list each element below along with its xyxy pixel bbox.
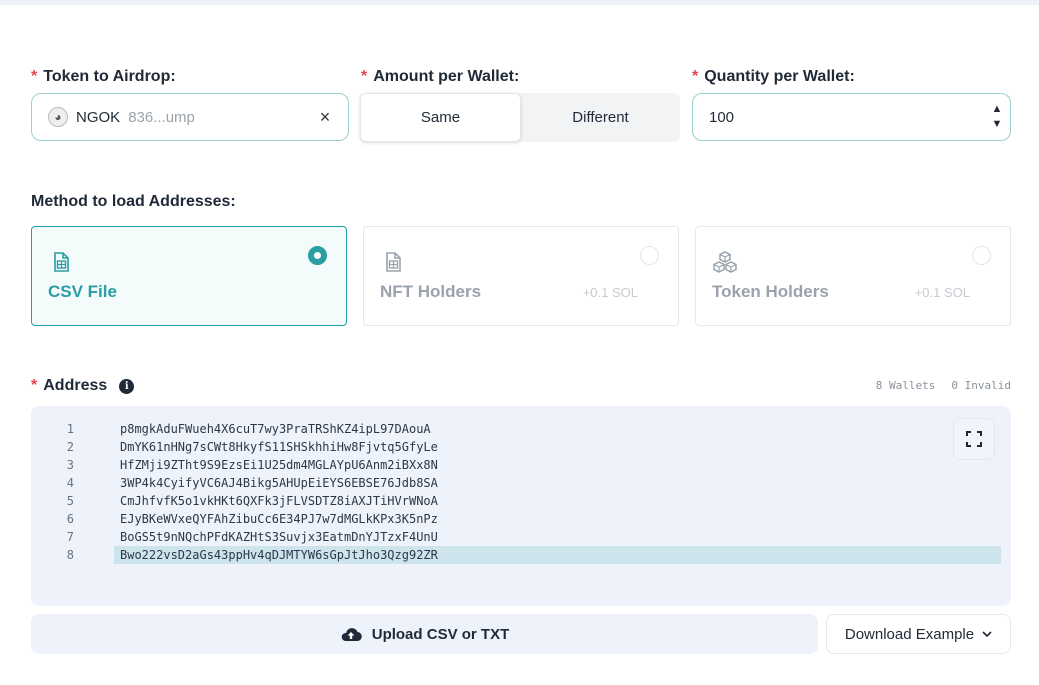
method-card-price: +0.1 SOL <box>582 285 638 300</box>
quantity-input[interactable]: 100 ▲ ▼ <box>692 93 1011 141</box>
method-card-title: NFT Holders <box>380 282 482 301</box>
chevron-down-icon <box>982 630 992 637</box>
method-card-title: Token Holders <box>712 282 829 301</box>
editor-line: 4 3WP4k4CyifyVC6AJ4Bikg5AHUpEiEYS6EBSE76… <box>31 474 1011 492</box>
invalid-count: 0 Invalid <box>951 379 1011 392</box>
editor-line: 3 HfZMji9ZTht9S9EzsEi1U25dm4MGLAYpU6Anm2… <box>31 456 1011 474</box>
line-number: 5 <box>66 494 74 508</box>
amount-mode-toggle: Same Different <box>360 93 680 142</box>
amount-same-button[interactable]: Same <box>360 93 521 142</box>
wallets-count: 8 Wallets <box>875 379 936 392</box>
token-label-row: * Token to Airdrop: <box>31 68 176 86</box>
download-label: Download Example <box>844 625 975 643</box>
expand-icon <box>966 431 982 447</box>
quantity-stepper[interactable]: ▲ ▼ <box>984 94 1010 140</box>
line-text: HfZMji9ZTht9S9EzsEi1U25dm4MGLAYpU6Anm2iB… <box>120 458 438 472</box>
required-mark: * <box>31 68 38 85</box>
line-number: 6 <box>66 512 74 526</box>
token-address: 836...ump <box>128 108 195 126</box>
download-example-button[interactable]: Download Example <box>826 614 1011 654</box>
line-text: 3WP4k4CyifyVC6AJ4Bikg5AHUpEiEYS6EBSE76Jd… <box>120 476 438 490</box>
line-text: EJyBKeWVxeQYFAhZibuCc6E34PJ7w7dMGLkKPx3K… <box>120 512 438 526</box>
quantity-label-row: * Quantity per Wallet: <box>692 68 855 86</box>
line-number: 7 <box>66 530 74 544</box>
method-label: Method to load Addresses: <box>31 193 236 210</box>
method-radio[interactable] <box>308 246 327 265</box>
increment-arrow-icon[interactable]: ▲ <box>992 104 1003 115</box>
info-icon[interactable]: i <box>119 378 135 394</box>
editor-line: 2 DmYK61nHNg7sCWt8HkyfS11SHSkhhiHw8Fjvtq… <box>31 438 1011 456</box>
line-number: 2 <box>66 440 74 454</box>
line-number: 1 <box>66 422 74 436</box>
line-text: Bwo222vsD2aGs43ppHv4qDJMTYW6sGpJtJho3Qzg… <box>120 548 438 562</box>
editor-line: 7 BoGS5t9nNQchPFdKAZHtS3Suvjx3EatmDnYJTz… <box>31 528 1011 546</box>
required-mark: * <box>692 68 699 85</box>
fullscreen-button[interactable] <box>953 418 995 460</box>
line-number: 3 <box>66 458 74 472</box>
editor-line-active: 8 Bwo222vsD2aGs43ppHv4qDJMTYW6sGpJtJho3Q… <box>31 546 1011 564</box>
token-avatar-icon: ◕ <box>48 107 68 127</box>
line-text: CmJhfvfK5o1vkHKt6QXFk3jFLVSDTZ8iAXJTiHVr… <box>120 494 438 508</box>
amount-label: Amount per Wallet: <box>373 68 520 85</box>
editor-line: 1 p8mgkAduFWueh4X6cuT7wy3PraTRShKZ4ipL97… <box>31 420 1011 438</box>
method-card-csv[interactable]: CSV File <box>31 226 347 326</box>
clear-icon[interactable]: × <box>316 107 334 128</box>
address-label-row: * Address i <box>31 377 135 395</box>
cloud-upload-icon <box>341 628 362 642</box>
amount-label-row: * Amount per Wallet: <box>361 68 519 86</box>
required-mark: * <box>361 68 368 85</box>
upload-csv-button[interactable]: Upload CSV or TXT <box>31 614 818 654</box>
file-spreadsheet-icon <box>386 252 401 272</box>
token-label: Token to Airdrop: <box>43 68 176 85</box>
line-number: 4 <box>66 476 74 490</box>
editor-line: 5 CmJhfvfK5o1vkHKt6QXFk3jFLVSDTZ8iAXJTiH… <box>31 492 1011 510</box>
token-symbol: NGOK <box>76 108 121 126</box>
file-spreadsheet-icon <box>54 252 69 272</box>
method-card-token-holders[interactable]: Token Holders +0.1 SOL <box>695 226 1011 326</box>
quantity-label: Quantity per Wallet: <box>704 68 855 85</box>
line-number: 8 <box>66 548 74 562</box>
decrement-arrow-icon[interactable]: ▼ <box>992 119 1003 130</box>
method-card-nft-holders[interactable]: NFT Holders +0.1 SOL <box>363 226 679 326</box>
method-card-title: CSV File <box>48 282 117 301</box>
quantity-value[interactable]: 100 <box>709 109 984 126</box>
line-text: BoGS5t9nNQchPFdKAZHtS3Suvjx3EatmDnYJTzxF… <box>120 530 438 544</box>
line-text: DmYK61nHNg7sCWt8HkyfS11SHSkhhiHw8Fjvtq5G… <box>120 440 438 454</box>
token-select[interactable]: ◕ NGOK 836...ump × <box>31 93 349 141</box>
address-label: Address <box>43 377 108 394</box>
method-radio[interactable] <box>640 246 659 265</box>
line-text: p8mgkAduFWueh4X6cuT7wy3PraTRShKZ4ipL97DA… <box>120 422 431 436</box>
address-counts: 8 Wallets 0 Invalid <box>876 379 1011 392</box>
address-editor[interactable]: 1 p8mgkAduFWueh4X6cuT7wy3PraTRShKZ4ipL97… <box>31 406 1011 606</box>
editor-line: 6 EJyBKeWVxeQYFAhZibuCc6E34PJ7w7dMGLkKPx… <box>31 510 1011 528</box>
method-radio[interactable] <box>972 246 991 265</box>
cubes-icon <box>713 251 737 273</box>
method-card-price: +0.1 SOL <box>914 285 970 300</box>
required-mark: * <box>31 377 38 394</box>
upload-label: Upload CSV or TXT <box>371 625 510 643</box>
top-strip <box>0 0 1039 5</box>
amount-different-button[interactable]: Different <box>521 93 680 142</box>
